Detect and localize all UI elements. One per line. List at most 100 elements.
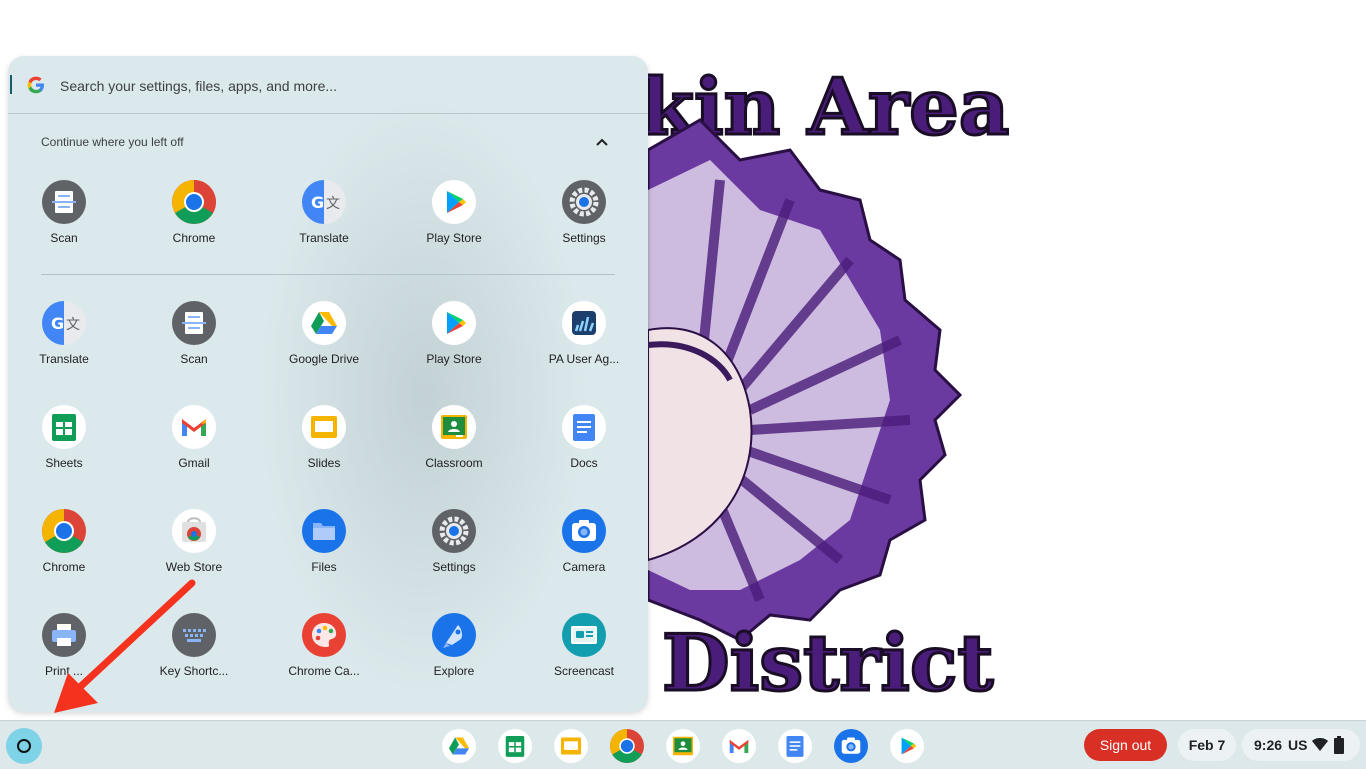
app-print-jobs[interactable]: Print ... — [8, 613, 120, 712]
app-files[interactable]: Files — [268, 509, 380, 609]
wifi-icon — [1312, 738, 1328, 751]
clock-time: 9:26 — [1254, 737, 1283, 753]
status-tray[interactable]: 9:26 US — [1242, 729, 1360, 761]
svg-text:文: 文 — [326, 196, 340, 212]
slides-icon — [302, 405, 346, 449]
continue-app-scan[interactable]: Scan — [8, 180, 120, 280]
shelf-app-drive[interactable] — [442, 729, 476, 763]
app-label: Chrome — [172, 231, 216, 245]
shelf-app-gmail[interactable] — [722, 729, 756, 763]
section-divider — [41, 274, 615, 275]
collapse-continue-button[interactable] — [592, 133, 612, 151]
app-label: Chrome — [42, 560, 86, 574]
camera-icon — [562, 509, 606, 553]
launcher-search-bar[interactable] — [8, 56, 648, 114]
continue-app-settings[interactable]: Settings — [528, 180, 640, 280]
docs-icon — [778, 729, 812, 763]
app-explore[interactable]: Explore — [398, 613, 510, 712]
app-label: Slides — [307, 456, 341, 470]
key-shortcuts-icon — [172, 613, 216, 657]
app-pa-user-agreement[interactable]: PA User Ag... — [528, 301, 640, 401]
shelf-app-sheets[interactable] — [498, 729, 532, 763]
app-translate[interactable]: G文 Translate — [8, 301, 120, 401]
shelf-app-slides[interactable] — [554, 729, 588, 763]
play-store-icon — [432, 180, 476, 224]
app-settings[interactable]: Settings — [398, 509, 510, 609]
app-docs[interactable]: Docs — [528, 405, 640, 505]
chevron-up-icon — [596, 138, 608, 146]
battery-icon — [1334, 736, 1344, 754]
shelf-app-classroom[interactable] — [666, 729, 700, 763]
app-sheets[interactable]: Sheets — [8, 405, 120, 505]
app-chrome[interactable]: Chrome — [8, 509, 120, 609]
app-classroom[interactable]: Classroom — [398, 405, 510, 505]
shelf: Sign out Feb 7 9:26 US — [0, 720, 1366, 769]
gmail-icon — [172, 405, 216, 449]
continue-app-chrome[interactable]: Chrome — [138, 180, 250, 280]
input-method-label: US — [1288, 737, 1308, 753]
scan-icon — [172, 301, 216, 345]
app-camera[interactable]: Camera — [528, 509, 640, 609]
app-scan[interactable]: Scan — [138, 301, 250, 401]
wallpaper-bottom-text: District — [662, 618, 993, 709]
app-label: Settings — [432, 560, 476, 574]
app-chrome-canvas[interactable]: Chrome Ca... — [268, 613, 380, 712]
shelf-app-docs[interactable] — [778, 729, 812, 763]
app-label: Play Store — [426, 352, 482, 366]
app-label: Gmail — [178, 456, 210, 470]
files-icon — [302, 509, 346, 553]
app-label: Web Store — [165, 560, 223, 574]
continue-app-translate[interactable]: G文 Translate — [268, 180, 380, 280]
app-label: Play Store — [426, 231, 482, 245]
app-label: PA User Ag... — [548, 352, 620, 366]
settings-icon — [562, 180, 606, 224]
continue-app-play-store[interactable]: Play Store — [398, 180, 510, 280]
app-slides[interactable]: Slides — [268, 405, 380, 505]
app-label: Scan — [50, 231, 78, 245]
chrome-icon — [172, 180, 216, 224]
chrome-canvas-icon — [302, 613, 346, 657]
docs-icon — [562, 405, 606, 449]
app-label: Files — [311, 560, 337, 574]
translate-icon: G文 — [302, 180, 346, 224]
web-store-icon — [172, 509, 216, 553]
continue-section-header: Continue where you left off — [41, 135, 184, 149]
app-label: Classroom — [425, 456, 483, 470]
app-label: Screencast — [553, 664, 615, 678]
date-tray[interactable]: Feb 7 — [1178, 729, 1236, 761]
drive-icon — [302, 301, 346, 345]
shelf-app-camera[interactable] — [834, 729, 868, 763]
svg-text:G: G — [311, 193, 324, 212]
mascot-image — [646, 118, 963, 642]
shelf-app-play-store[interactable] — [890, 729, 924, 763]
pa-user-agreement-icon — [562, 301, 606, 345]
app-label: Translate — [39, 352, 89, 366]
slides-icon — [554, 729, 588, 763]
drive-icon — [442, 729, 476, 763]
app-gmail[interactable]: Gmail — [138, 405, 250, 505]
search-input[interactable] — [58, 70, 622, 102]
app-label: Scan — [180, 352, 208, 366]
app-screencast[interactable]: Screencast — [528, 613, 640, 712]
translate-icon: G文 — [42, 301, 86, 345]
play-store-icon — [890, 729, 924, 763]
app-label: Key Shortc... — [159, 664, 229, 678]
classroom-icon — [666, 729, 700, 763]
app-google-drive[interactable]: Google Drive — [268, 301, 380, 401]
launcher-button[interactable] — [6, 728, 42, 764]
app-key-shortcuts[interactable]: Key Shortc... — [138, 613, 250, 712]
explore-icon — [432, 613, 476, 657]
app-label: Google Drive — [288, 352, 360, 366]
sign-out-button[interactable]: Sign out — [1084, 729, 1167, 761]
screencast-icon — [562, 613, 606, 657]
app-label: Settings — [562, 231, 606, 245]
text-cursor — [10, 75, 12, 94]
app-play-store[interactable]: Play Store — [398, 301, 510, 401]
app-label: Camera — [562, 560, 606, 574]
classroom-icon — [432, 405, 476, 449]
shelf-app-chrome[interactable] — [610, 729, 644, 763]
app-label: Docs — [570, 456, 598, 470]
scan-icon — [42, 180, 86, 224]
app-web-store[interactable]: Web Store — [138, 509, 250, 609]
gmail-icon — [722, 729, 756, 763]
